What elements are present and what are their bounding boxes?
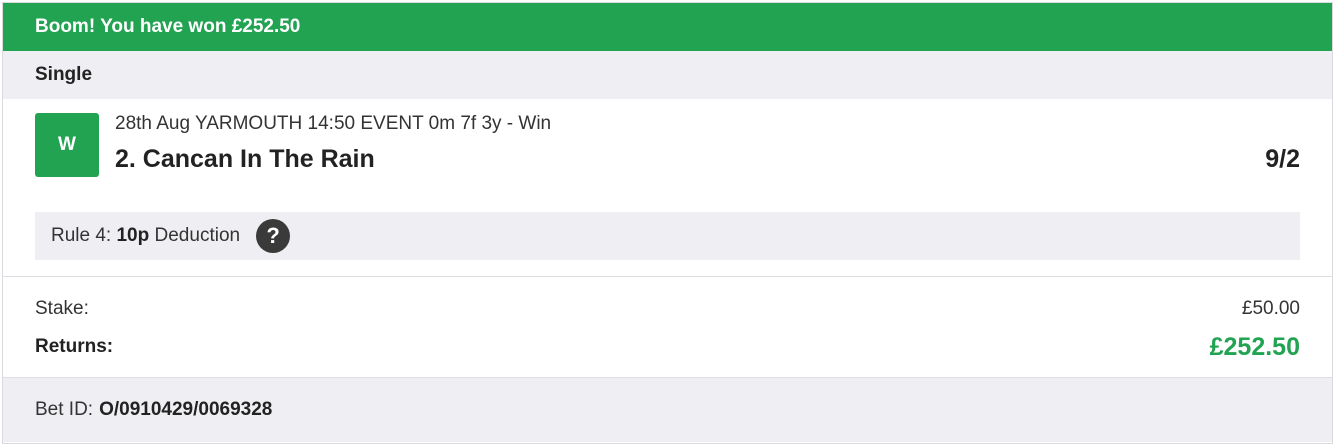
bet-type-header: Single [3, 51, 1332, 99]
win-banner-text: Boom! You have won £252.50 [35, 16, 301, 37]
result-badge-text: W [58, 134, 76, 155]
stake-value: £50.00 [1241, 298, 1300, 319]
bet-type-label: Single [35, 64, 93, 85]
rule4-amount: 10p [116, 225, 150, 246]
returns-label: Returns: [35, 336, 114, 357]
win-banner: Boom! You have won £252.50 [3, 3, 1332, 51]
returns-value: £252.50 [1209, 332, 1300, 361]
bet-receipt-card: Boom! You have won £252.50 Single W 28th… [2, 2, 1333, 444]
rule4-prefix: Rule 4: [51, 225, 112, 246]
totals-section: Stake: £50.00 Returns: £252.50 [3, 277, 1332, 378]
stake-row: Stake: £50.00 [35, 293, 1300, 325]
returns-row: Returns: £252.50 [35, 325, 1300, 369]
bet-id-footer: Bet ID: O/0910429/0069328 [3, 378, 1332, 442]
stake-label: Stake: [35, 298, 89, 319]
help-icon[interactable]: ? [256, 219, 291, 253]
selection-odds: 9/2 [1265, 145, 1300, 173]
rule4-suffix: Deduction [154, 225, 241, 246]
selection-section: W 28th Aug YARMOUTH 14:50 EVENT 0m 7f 3y… [3, 99, 1332, 277]
event-description: 28th Aug YARMOUTH 14:50 EVENT 0m 7f 3y -… [115, 113, 552, 134]
win-result-badge: W [35, 113, 99, 177]
bet-id-label: Bet ID: [35, 399, 94, 420]
rule4-deduction-row: Rule 4: 10p Deduction ? [35, 212, 1300, 260]
runner-name: 2. Cancan In The Rain [115, 145, 375, 173]
bet-id-value: O/0910429/0069328 [99, 399, 273, 420]
